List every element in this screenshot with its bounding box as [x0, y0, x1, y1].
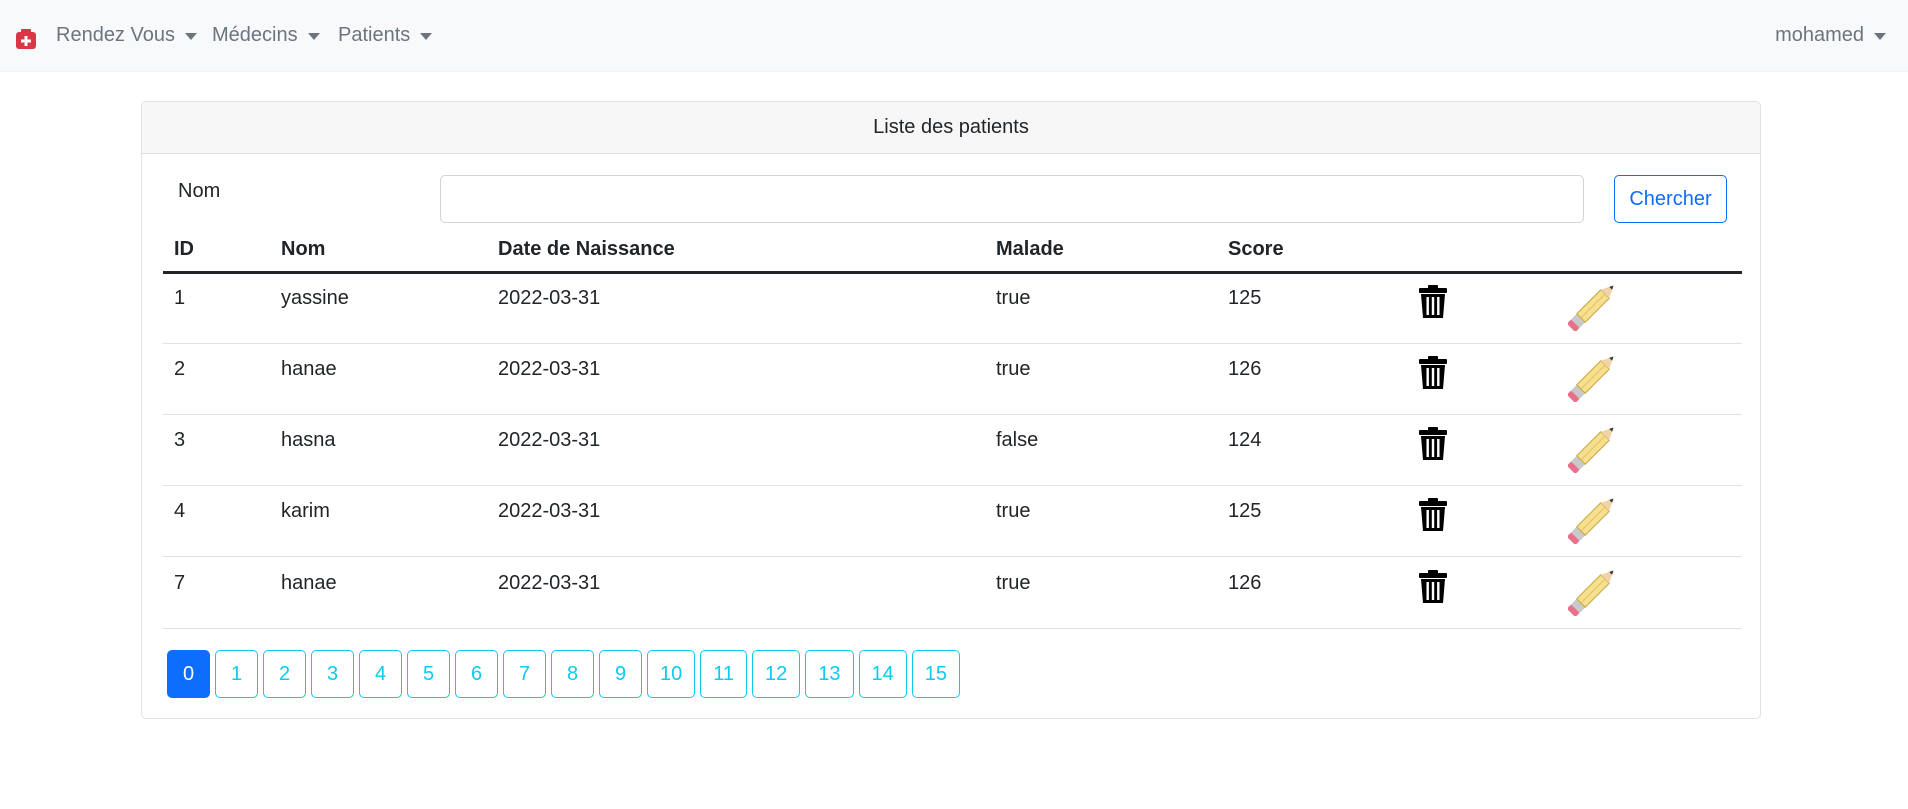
cell-malade: true — [996, 572, 1031, 594]
table-row: 7 hanae 2022-03-31 true 126 — [163, 558, 1742, 629]
cell-date: 2022-03-31 — [498, 358, 601, 380]
cell-nom: karim — [281, 500, 330, 522]
header-score: Score — [1228, 238, 1284, 260]
nav-label: Rendez Vous — [56, 24, 175, 46]
cell-date: 2022-03-31 — [498, 287, 601, 309]
header-id: ID — [174, 238, 194, 260]
pencil-icon[interactable] — [1568, 281, 1618, 331]
page-button[interactable]: 4 — [359, 650, 402, 698]
trash-icon[interactable] — [1419, 285, 1447, 319]
cell-score: 125 — [1228, 500, 1262, 522]
pencil-icon[interactable] — [1568, 494, 1618, 544]
cell-malade: true — [996, 358, 1031, 380]
cell-id: 4 — [174, 500, 186, 522]
cell-malade: true — [996, 500, 1031, 522]
navbar: Rendez Vous Médecins Patients mohamed — [0, 0, 1908, 72]
header-date: Date de Naissance — [498, 238, 675, 260]
cell-score: 124 — [1228, 429, 1262, 451]
trash-icon[interactable] — [1419, 427, 1447, 461]
page-button[interactable]: 1 — [215, 650, 258, 698]
cell-malade: true — [996, 287, 1031, 309]
cell-date: 2022-03-31 — [498, 500, 601, 522]
cell-malade: false — [996, 429, 1039, 451]
nav-label: Médecins — [212, 24, 298, 46]
cell-id: 3 — [174, 429, 186, 451]
search-input[interactable] — [440, 175, 1584, 223]
cell-score: 126 — [1228, 572, 1262, 594]
pencil-icon[interactable] — [1568, 566, 1618, 616]
caret-down-icon — [307, 33, 320, 40]
page-button[interactable]: 11 — [700, 650, 748, 698]
hospital-icon[interactable] — [15, 28, 37, 50]
nav-dropdown-patients[interactable]: Patients — [338, 24, 433, 47]
header-nom: Nom — [281, 238, 326, 260]
table-row: 1 yassine 2022-03-31 true 125 — [163, 273, 1742, 344]
table-header: ID Nom Date de Naissance Malade Score — [163, 236, 1742, 274]
page-button[interactable]: 0 — [167, 650, 210, 698]
header-malade: Malade — [996, 238, 1064, 260]
patients-card: Liste des patients Nom Chercher ID Nom D… — [141, 101, 1761, 719]
table-row: 3 hasna 2022-03-31 false 124 — [163, 415, 1742, 486]
nav-label: Patients — [338, 24, 411, 46]
cell-id: 7 — [174, 572, 186, 594]
cell-id: 1 — [174, 287, 186, 309]
user-menu[interactable]: mohamed — [1775, 24, 1886, 47]
search-button[interactable]: Chercher — [1614, 175, 1727, 223]
cell-nom: yassine — [281, 287, 349, 309]
nav-dropdown-rendez-vous[interactable]: Rendez Vous — [56, 24, 197, 47]
page-button[interactable]: 13 — [805, 650, 854, 698]
trash-icon[interactable] — [1419, 498, 1447, 532]
trash-icon[interactable] — [1419, 570, 1447, 604]
page-button[interactable]: 9 — [599, 650, 642, 698]
cell-id: 2 — [174, 358, 186, 380]
cell-nom: hanae — [281, 572, 337, 594]
table-row: 2 hanae 2022-03-31 true 126 — [163, 344, 1742, 415]
table-row: 4 karim 2022-03-31 true 125 — [163, 486, 1742, 557]
page-button[interactable]: 5 — [407, 650, 450, 698]
page-button[interactable]: 15 — [911, 650, 961, 698]
cell-nom: hasna — [281, 429, 336, 451]
page-button[interactable]: 8 — [551, 650, 594, 698]
caret-down-icon — [420, 33, 433, 40]
cell-nom: hanae — [281, 358, 337, 380]
caret-down-icon — [184, 33, 197, 40]
search-label: Nom — [178, 180, 221, 202]
cell-date: 2022-03-31 — [498, 429, 601, 451]
page-button[interactable]: 6 — [455, 650, 498, 698]
pencil-icon[interactable] — [1568, 352, 1618, 402]
user-name: mohamed — [1775, 24, 1864, 46]
page-button[interactable]: 14 — [858, 650, 907, 698]
page-button[interactable]: 3 — [311, 650, 354, 698]
page-button[interactable]: 10 — [647, 650, 696, 698]
page-button[interactable]: 12 — [752, 650, 801, 698]
nav-dropdown-medecins[interactable]: Médecins — [212, 24, 320, 47]
pencil-icon[interactable] — [1568, 423, 1618, 473]
page-button[interactable]: 2 — [263, 650, 306, 698]
page-button[interactable]: 7 — [503, 650, 546, 698]
cell-date: 2022-03-31 — [498, 572, 601, 594]
cell-score: 126 — [1228, 358, 1262, 380]
pagination: 0 1 2 3 4 5 6 7 8 9 10 11 12 13 14 15 — [167, 650, 961, 698]
card-title: Liste des patients — [142, 102, 1760, 154]
trash-icon[interactable] — [1419, 356, 1447, 390]
cell-score: 125 — [1228, 287, 1262, 309]
caret-down-icon — [1874, 33, 1886, 40]
